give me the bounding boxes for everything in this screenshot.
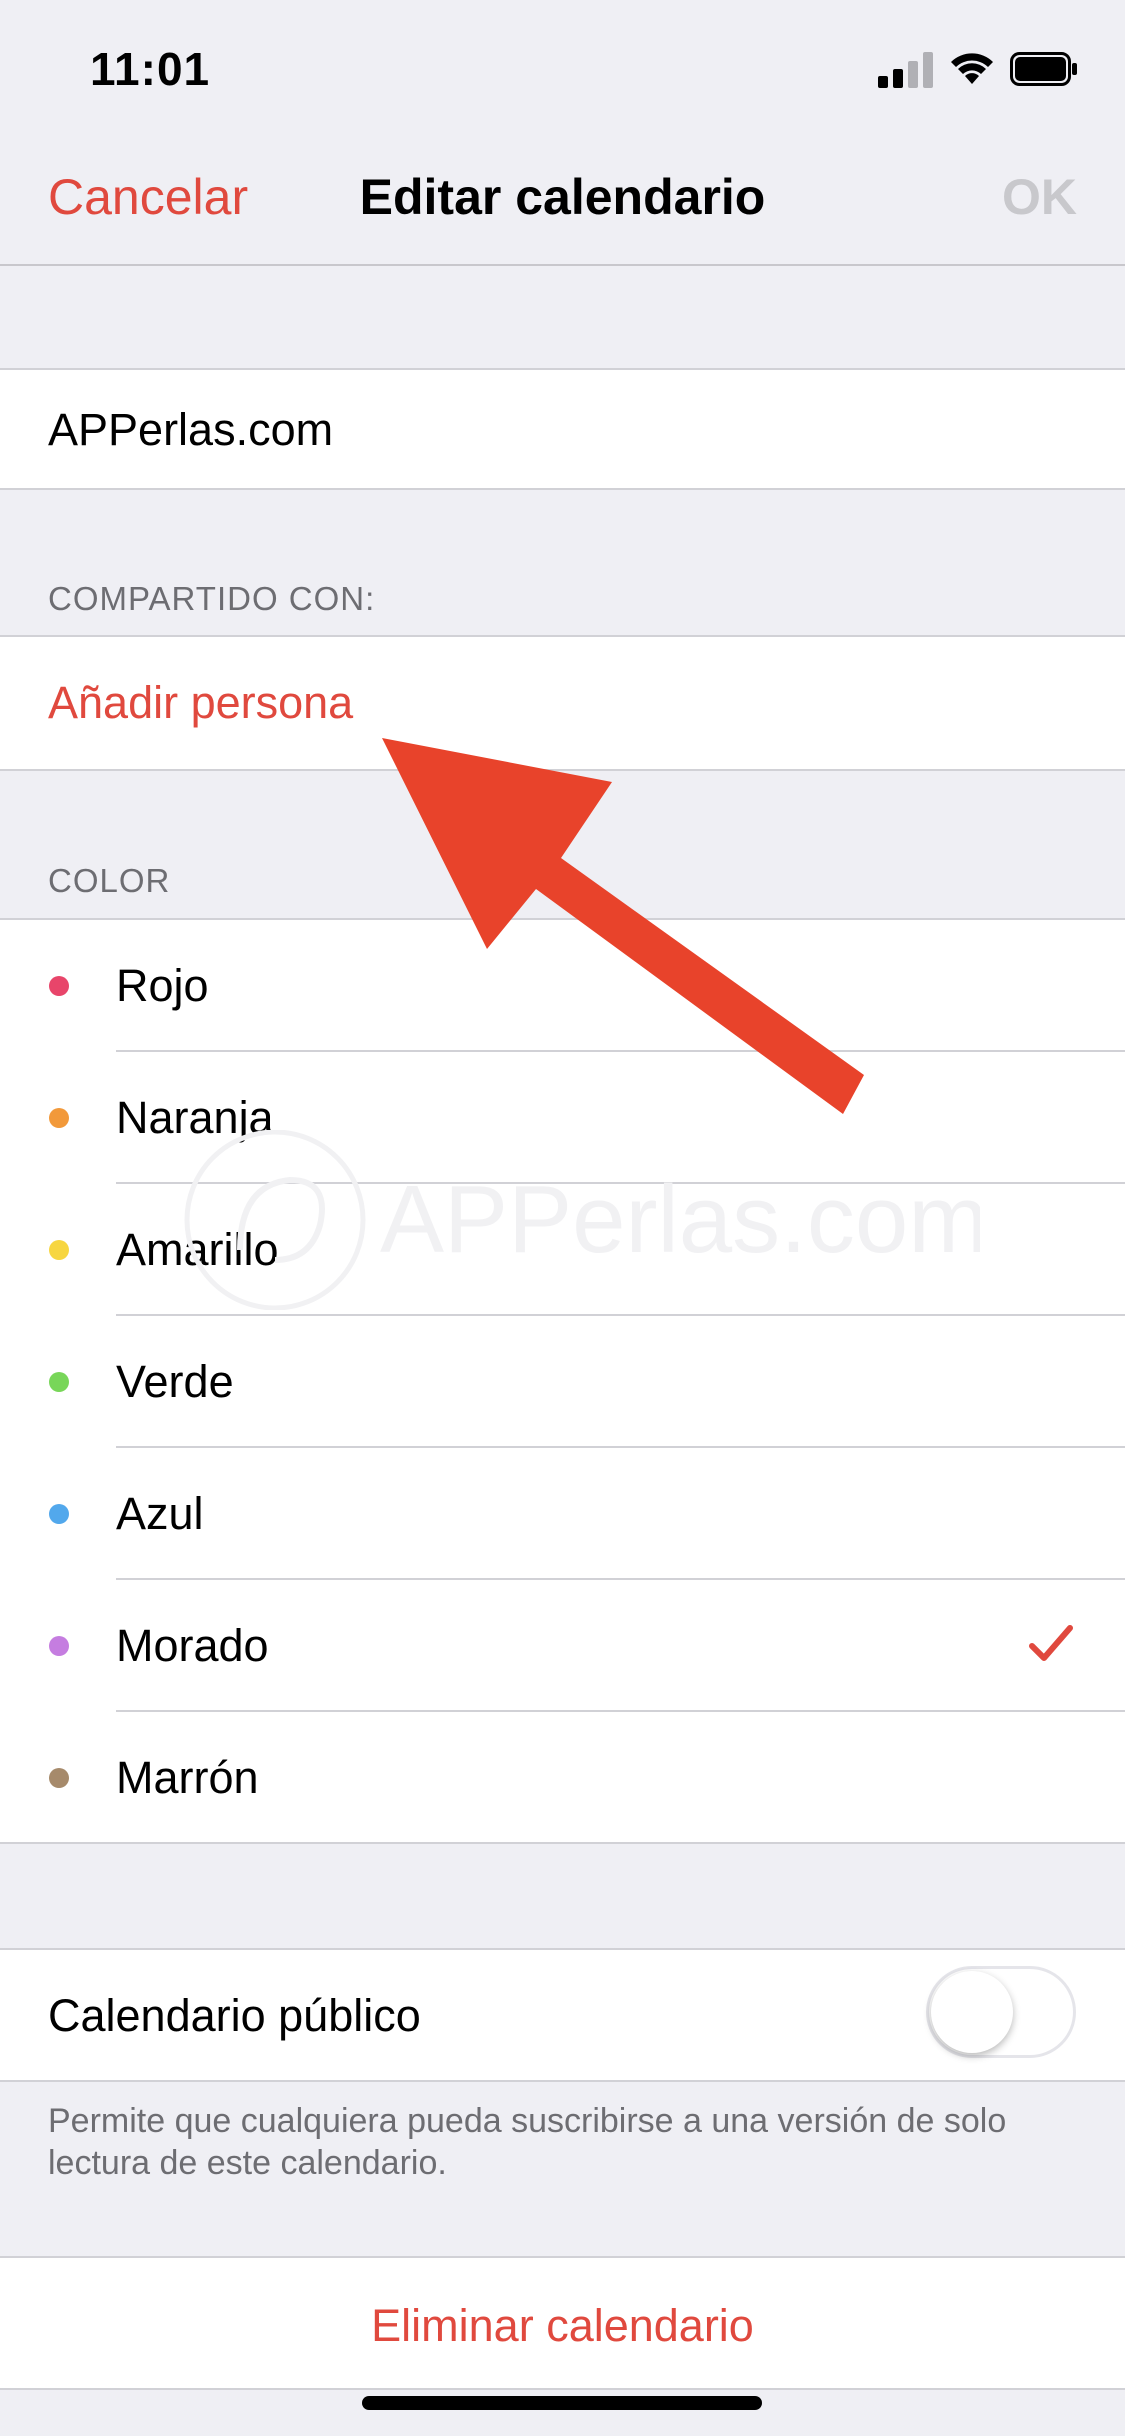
annotation-arrow-icon: [382, 738, 864, 1114]
color-dot-icon: [49, 1768, 69, 1788]
toggle-knob: [931, 1971, 1013, 2053]
color-dot-icon: [49, 976, 69, 996]
cancel-button[interactable]: Cancelar: [48, 168, 248, 226]
color-row-verde[interactable]: Verde: [0, 1316, 1125, 1448]
color-dot-icon: [49, 1108, 69, 1128]
delete-calendar-cell[interactable]: Eliminar calendario: [0, 2256, 1125, 2390]
color-label: Verde: [116, 1356, 234, 1407]
color-dot-icon: [49, 1504, 69, 1524]
status-time: 11:01: [90, 43, 211, 95]
calendar-name-cell[interactable]: APPerlas.com: [0, 368, 1125, 490]
checkmark-icon: [1029, 1625, 1073, 1661]
home-indicator[interactable]: [362, 2396, 762, 2410]
ok-button[interactable]: OK: [1002, 168, 1077, 226]
nav-divider: [0, 264, 1125, 266]
cellular-signal-icon: [878, 50, 934, 88]
delete-calendar-button[interactable]: Eliminar calendario: [0, 2300, 1125, 2352]
add-person-button[interactable]: Añadir persona: [48, 677, 353, 729]
public-calendar-toggle[interactable]: [926, 1966, 1076, 2058]
color-dot-icon: [49, 1372, 69, 1392]
public-calendar-label: Calendario público: [48, 1990, 421, 2041]
color-header: COLOR: [48, 862, 171, 899]
public-calendar-footnote: Permite que cualquiera pueda suscribirse…: [48, 2102, 1007, 2182]
color-dot-icon: [49, 1240, 69, 1260]
shared-with-header: COMPARTIDO CON:: [48, 580, 376, 617]
color-dot-icon: [49, 1636, 69, 1656]
color-label: Rojo: [116, 960, 209, 1011]
color-row-morado[interactable]: Morado: [0, 1580, 1125, 1712]
color-label: Azul: [116, 1488, 204, 1539]
color-row-marron[interactable]: Marrón: [0, 1712, 1125, 1844]
color-label: Morado: [116, 1620, 269, 1671]
color-label: Marrón: [116, 1752, 259, 1803]
color-row-azul[interactable]: Azul: [0, 1448, 1125, 1580]
apperlas-watermark: APPerlas.com: [184, 1130, 980, 1310]
wifi-icon: [951, 53, 993, 84]
watermark-text: APPerlas.com: [380, 1166, 980, 1273]
battery-icon: [1010, 52, 1077, 86]
calendar-name-field[interactable]: APPerlas.com: [48, 404, 333, 456]
